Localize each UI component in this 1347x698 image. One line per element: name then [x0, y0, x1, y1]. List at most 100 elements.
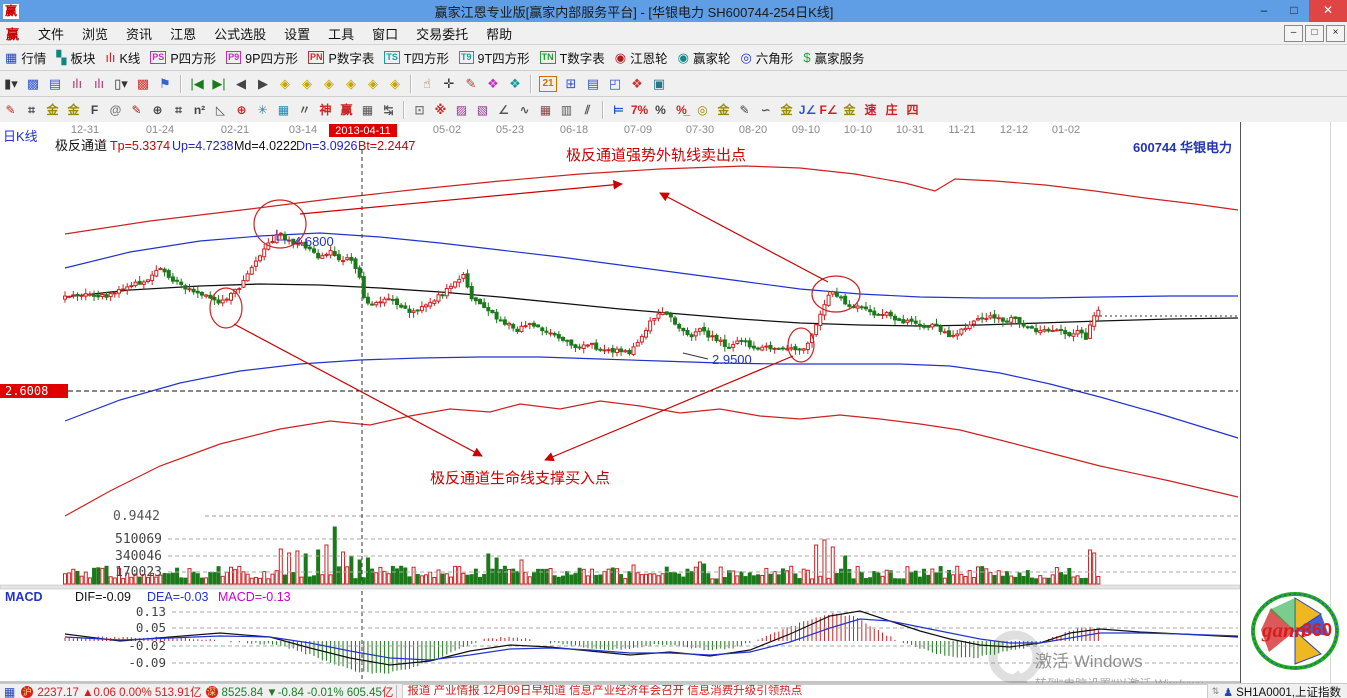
calculator-icon[interactable]: ⊞ — [560, 74, 582, 94]
tick-marks-icon[interactable]: 〃 — [294, 100, 315, 120]
gann-diamond-2-icon[interactable]: ◈ — [296, 74, 318, 94]
menu-item-trade-order[interactable]: 交易委托 — [407, 22, 477, 45]
notebook-icon[interactable]: ▤ — [582, 74, 604, 94]
gann-diamond-4-icon[interactable]: ◈ — [340, 74, 362, 94]
menu-item-window[interactable]: 窗口 — [363, 22, 407, 45]
p-number-table-button[interactable]: PNP数字表 — [303, 47, 379, 68]
grid-dark-icon[interactable]: ▥ — [556, 100, 577, 120]
winner-wheel-button[interactable]: ◉赢家轮 — [673, 47, 736, 68]
grid-f-icon[interactable]: F — [84, 100, 105, 120]
grid-red-icon[interactable]: ▦ — [535, 100, 556, 120]
calendar-icon[interactable]: 21 — [539, 76, 557, 92]
wave-tool-icon[interactable]: ∽ — [755, 100, 776, 120]
minute-3-icon[interactable]: ılı — [66, 74, 88, 94]
mdi-close-button[interactable]: × — [1326, 25, 1345, 42]
grid-plain-icon[interactable]: ⌗ — [21, 100, 42, 120]
menu-item-browse[interactable]: 浏览 — [73, 22, 117, 45]
9t-square-button[interactable]: T99T四方形 — [454, 47, 535, 68]
candle-style-icon[interactable]: ▯▾ — [110, 74, 132, 94]
minimize-button[interactable]: – — [1249, 0, 1279, 22]
pen-dark-icon[interactable]: ✎ — [734, 100, 755, 120]
gann-diamond-3-icon[interactable]: ◈ — [318, 74, 340, 94]
pen-tool-icon[interactable]: ✎ — [460, 74, 482, 94]
winner-service-button[interactable]: $赢家服务 — [798, 47, 869, 68]
sectors-button[interactable]: ▚板块 — [51, 47, 100, 68]
period-selector-icon[interactable]: ▮▾ — [0, 74, 22, 94]
save-icon[interactable]: ◰ — [604, 74, 626, 94]
grid-dense-icon[interactable]: ⌗ — [168, 100, 189, 120]
angle-ruler-icon[interactable]: ◺ — [210, 100, 231, 120]
gold-circle-icon[interactable]: ◎ — [692, 100, 713, 120]
pattern-view-icon[interactable]: ▩ — [22, 74, 44, 94]
gold-line-icon[interactable]: 金 — [713, 100, 734, 120]
angle-line-icon[interactable]: ∠ — [493, 100, 514, 120]
pattern-red-icon[interactable]: ▩ — [132, 74, 154, 94]
grid-123-icon[interactable]: ▦ — [357, 100, 378, 120]
tool-magenta-icon[interactable]: ❖ — [482, 74, 504, 94]
fan-box-2-icon[interactable]: ▧ — [472, 100, 493, 120]
j-angle-icon[interactable]: J∠ — [797, 100, 818, 120]
gold-angle-icon[interactable]: 金∠ — [839, 100, 860, 120]
nav-next-icon[interactable]: ▶ — [252, 74, 274, 94]
kline-button[interactable]: ılıK线 — [100, 47, 145, 68]
network-icon[interactable]: ❖ — [626, 74, 648, 94]
slant-lines-icon[interactable]: ⫽ — [577, 100, 598, 120]
quotes-button[interactable]: ▦行情 — [0, 47, 51, 68]
percent-icon[interactable]: % — [650, 100, 671, 120]
restore-button[interactable]: □ — [1279, 0, 1309, 22]
9p-square-button[interactable]: P99P四方形 — [221, 47, 303, 68]
close-button[interactable]: ✕ — [1309, 0, 1347, 22]
nav-last-icon[interactable]: ▶| — [208, 74, 230, 94]
box-anchor-icon[interactable]: ⊡ — [409, 100, 430, 120]
hexagon-button[interactable]: ◎六角形 — [735, 47, 798, 68]
fan-box-1-icon[interactable]: ▨ — [451, 100, 472, 120]
gann-diamond-6-icon[interactable]: ◈ — [384, 74, 406, 94]
mdi-minimize-button[interactable]: – — [1284, 25, 1303, 42]
gann-wheel-button[interactable]: ◉江恩轮 — [610, 47, 673, 68]
shen-tool-icon[interactable]: 神 — [315, 100, 336, 120]
nav-first-icon[interactable]: |◀ — [186, 74, 208, 94]
chart-area[interactable]: 12-3101-2402-2103-1405-0205-2306-1807-09… — [0, 122, 1240, 683]
menu-item-formula-pick[interactable]: 公式选股 — [205, 22, 275, 45]
crosshair-tool-icon[interactable]: ✛ — [438, 74, 460, 94]
speed-angle-icon[interactable]: 速∠ — [860, 100, 881, 120]
index-status-label[interactable]: ♟SH1A0001,上证指数 — [1221, 684, 1347, 698]
gann-diamond-1-icon[interactable]: ◈ — [274, 74, 296, 94]
ticker-scroll-control[interactable]: ⇅ — [1212, 686, 1220, 697]
menu-item-tools[interactable]: 工具 — [319, 22, 363, 45]
gann-box-icon[interactable]: ⊨ — [608, 100, 629, 120]
ying-tool-icon[interactable]: 赢 — [336, 100, 357, 120]
spiral-icon[interactable]: @ — [105, 100, 126, 120]
hand-tool-icon[interactable]: ☝ — [416, 74, 438, 94]
menu-item-help[interactable]: 帮助 — [477, 22, 521, 45]
p-square-button[interactable]: PSP四方形 — [145, 47, 221, 68]
gann-diamond-5-icon[interactable]: ◈ — [362, 74, 384, 94]
info-list-icon[interactable]: ▤ — [44, 74, 66, 94]
kline-chart[interactable]: 12-3101-2402-2103-1405-0205-2306-1807-09… — [0, 122, 1240, 683]
zigzag-icon[interactable]: ∿ — [514, 100, 535, 120]
nav-prev-icon[interactable]: ◀ — [230, 74, 252, 94]
t-number-table-button[interactable]: TNT数字表 — [535, 47, 610, 68]
grid-teal-icon[interactable]: ▦ — [273, 100, 294, 120]
news-ticker[interactable]: 报道 产业情报 12月09日早知道 信息产业经济年会召开 信息消费升级引领热点 — [402, 684, 1207, 698]
four-angle-icon[interactable]: 四∠ — [902, 100, 923, 120]
span-arrows-icon[interactable]: ↹ — [378, 100, 399, 120]
star-burst-icon[interactable]: ✳ — [252, 100, 273, 120]
fan-lines-icon[interactable]: ※ — [430, 100, 451, 120]
menu-item-gann[interactable]: 江恩 — [161, 22, 205, 45]
gold-tool-icon[interactable]: 金 — [776, 100, 797, 120]
target-red-icon[interactable]: ⊕ — [231, 100, 252, 120]
zhuang-angle-icon[interactable]: 庄∠ — [881, 100, 902, 120]
remote-pc-icon[interactable]: ▣ — [648, 74, 670, 94]
percent-7-icon[interactable]: 7% — [629, 100, 650, 120]
tool-cyan-icon[interactable]: ❖ — [504, 74, 526, 94]
n-square-icon[interactable]: n² — [189, 100, 210, 120]
menu-item-settings[interactable]: 设置 — [275, 22, 319, 45]
quote-grid-icon[interactable]: ▦ — [4, 685, 15, 698]
shanghai-index-quote[interactable]: 2237.17 ▲0.06 0.00% 513.91亿 — [37, 684, 201, 698]
sort-flag-icon[interactable]: ⚑ — [154, 74, 176, 94]
minute-9-icon[interactable]: ılı — [88, 74, 110, 94]
grid-gold-2-icon[interactable]: 金 — [63, 100, 84, 120]
f-angle-icon[interactable]: F∠ — [818, 100, 839, 120]
menu-item-news[interactable]: 资讯 — [117, 22, 161, 45]
